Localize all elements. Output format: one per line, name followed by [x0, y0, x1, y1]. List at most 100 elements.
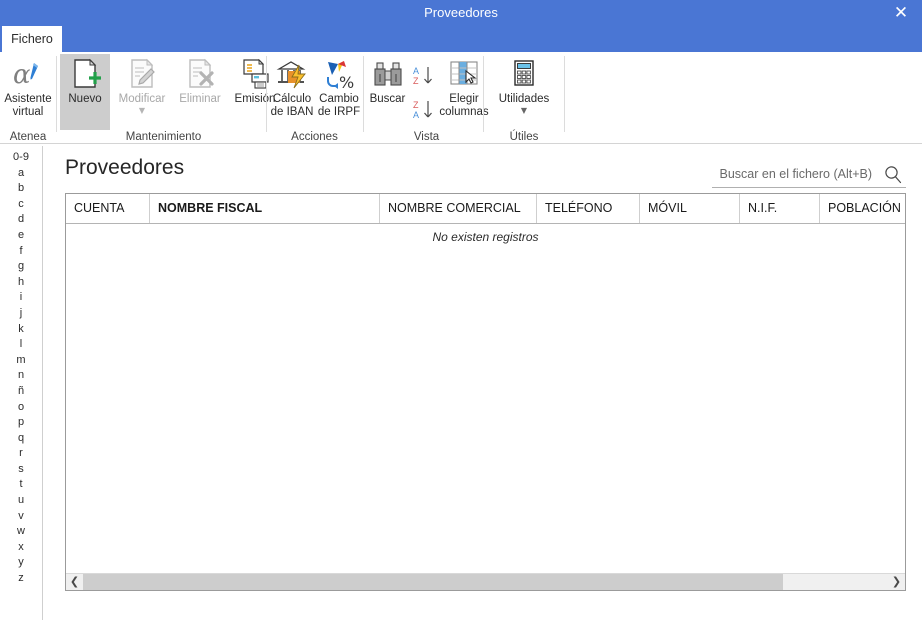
alpha-index-item-f[interactable]: f — [0, 244, 42, 260]
alpha-index-item-i[interactable]: i — [0, 290, 42, 306]
ribbon: α Asistente virtual Atenea Nuevo Modific… — [0, 52, 922, 144]
alpha-index-item-g[interactable]: g — [0, 259, 42, 275]
grid-column-header[interactable]: TELÉFONO — [537, 194, 640, 223]
alpha-index-item-h[interactable]: h — [0, 275, 42, 291]
alpha-index-item-u[interactable]: u — [0, 493, 42, 509]
document-pencil-icon — [125, 57, 159, 91]
window-titlebar: Proveedores ✕ — [0, 0, 922, 26]
ribbon-group-atenea: α Asistente virtual Atenea — [0, 52, 56, 144]
ribbon-button-modificar[interactable]: Modificar ▼ — [113, 54, 171, 115]
grid-column-header[interactable]: NOMBRE COMERCIAL — [380, 194, 537, 223]
svg-text:α: α — [13, 60, 31, 89]
ribbon-group-label-atenea: Atenea — [9, 131, 47, 143]
ribbon-tabstrip: Fichero — [0, 26, 922, 52]
ribbon-button-label: Utilidades — [498, 93, 550, 105]
alpha-index-item-c[interactable]: c — [0, 197, 42, 213]
grid-column-header[interactable]: NOMBRE FISCAL — [150, 194, 380, 223]
horizontal-scrollbar[interactable]: ❮ ❯ — [66, 573, 905, 590]
search-input[interactable] — [712, 162, 876, 186]
ribbon-button-label: Modificar — [118, 93, 166, 105]
grid-column-header[interactable]: POBLACIÓN — [820, 194, 906, 223]
ribbon-button-calculo-de-iban[interactable]: Cálculo de IBAN — [268, 54, 316, 119]
alpha-index-item-w[interactable]: w — [0, 524, 42, 540]
ribbon-button-buscar[interactable]: Buscar — [364, 54, 411, 106]
data-grid: CUENTA NOMBRE FISCAL NOMBRE COMERCIAL TELÉF… — [65, 193, 906, 591]
agencia-tributaria-percent-icon: % — [322, 57, 356, 91]
search-icon[interactable] — [882, 164, 904, 186]
ribbon-button-cambio-de-irpf[interactable]: % Cambio de IRPF — [315, 54, 363, 119]
grid-column-header[interactable]: MÓVIL — [640, 194, 740, 223]
chevron-down-icon[interactable]: ▼ — [139, 107, 145, 115]
ribbon-button-utilidades[interactable]: Utilidades ▼ — [486, 54, 562, 115]
document-x-icon — [183, 57, 217, 91]
svg-text:A: A — [413, 66, 419, 76]
bank-bolt-icon — [275, 57, 309, 91]
alpha-index-item-k[interactable]: k — [0, 322, 42, 338]
alpha-index-item-r[interactable]: r — [0, 446, 42, 462]
ribbon-button-label: Eliminar — [179, 93, 221, 105]
alpha-index-item-0-9[interactable]: 0-9 — [0, 150, 42, 166]
choose-columns-icon — [447, 57, 481, 91]
svg-text:A: A — [413, 110, 419, 120]
scrollbar-thumb[interactable] — [83, 574, 783, 590]
svg-text:Z: Z — [413, 76, 419, 86]
binoculars-icon — [371, 57, 405, 91]
alpha-index-item-a[interactable]: a — [0, 166, 42, 182]
alpha-index-item-q[interactable]: q — [0, 431, 42, 447]
alpha-pen-icon: α — [12, 57, 44, 91]
grid-column-header[interactable]: N.I.F. — [740, 194, 820, 223]
alpha-index-item-j[interactable]: j — [0, 306, 42, 322]
grid-body: No existen registros — [66, 224, 905, 573]
ribbon-button-label: Elegir columnas — [439, 93, 489, 118]
ribbon-button-eliminar[interactable]: Eliminar — [174, 54, 226, 106]
tab-fichero[interactable]: Fichero — [2, 26, 62, 52]
ribbon-button-nuevo[interactable]: Nuevo — [60, 54, 110, 130]
svg-text:Z: Z — [413, 100, 419, 110]
ribbon-group-label-acciones: Acciones — [291, 131, 338, 143]
page-title: Proveedores — [65, 156, 185, 179]
main-content: Proveedores CUENTANOMBRE FISCALNOMBRE CO… — [44, 146, 922, 620]
ribbon-button-ordenar-asc[interactable]: A Z — [412, 56, 436, 93]
new-document-plus-icon — [68, 57, 102, 91]
ribbon-button-label: Cambio de IRPF — [317, 93, 361, 118]
ribbon-group-label-utiles: Útiles — [509, 131, 539, 143]
ribbon-group-label-mantenimiento: Mantenimiento — [125, 131, 202, 143]
alpha-index-item-p[interactable]: p — [0, 415, 42, 431]
alpha-index-item-b[interactable]: b — [0, 181, 42, 197]
svg-text:%: % — [339, 73, 354, 90]
alpha-index-item-t[interactable]: t — [0, 477, 42, 493]
chevron-down-icon[interactable]: ▼ — [521, 107, 527, 115]
ribbon-button-ordenar-desc[interactable]: Z A — [412, 90, 436, 127]
close-icon[interactable]: ✕ — [886, 0, 916, 26]
alpha-index-item-m[interactable]: m — [0, 353, 42, 369]
alpha-index-item-ñ[interactable]: ñ — [0, 384, 42, 400]
alpha-index-item-s[interactable]: s — [0, 462, 42, 478]
scroll-right-icon[interactable]: ❯ — [888, 574, 905, 590]
alpha-index-item-z[interactable]: z — [0, 571, 42, 587]
ribbon-group-mantenimiento: Nuevo Modificar ▼ Eliminar Emisión Mante… — [57, 52, 275, 144]
empty-state-message: No existen registros — [432, 230, 539, 244]
alpha-index-item-y[interactable]: y — [0, 555, 42, 571]
alpha-index-sidebar: 0-9 a b c d e f g h i j k l m n ñ o p q r s t u v w x y z — [0, 146, 43, 620]
sort-az-ascending-icon: A Z — [412, 59, 436, 93]
calculator-icon — [509, 57, 539, 91]
ribbon-button-label: Buscar — [369, 93, 406, 105]
ribbon-group-acciones: Cálculo de IBAN % Cambio de IRPF Acciones — [267, 52, 362, 144]
ribbon-group-vista: Buscar A Z Z A Elegir columnas Vista — [364, 52, 489, 144]
alpha-index-item-x[interactable]: x — [0, 540, 42, 556]
ribbon-group-label-vista: Vista — [413, 131, 440, 143]
alpha-index-item-v[interactable]: v — [0, 509, 42, 525]
ribbon-button-asistente-virtual[interactable]: α Asistente virtual — [2, 54, 54, 119]
grid-header-row: CUENTA NOMBRE FISCAL NOMBRE COMERCIAL TELÉF… — [66, 194, 905, 224]
scroll-left-icon[interactable]: ❮ — [66, 574, 83, 590]
alpha-index-item-e[interactable]: e — [0, 228, 42, 244]
alpha-index-item-o[interactable]: o — [0, 400, 42, 416]
window-title: Proveedores — [424, 5, 498, 20]
grid-column-header[interactable]: CUENTA — [66, 194, 150, 223]
ribbon-separator — [564, 56, 565, 132]
alpha-index-item-n[interactable]: n — [0, 368, 42, 384]
alpha-index-item-l[interactable]: l — [0, 337, 42, 353]
ribbon-group-utiles: Utilidades ▼ Útiles — [484, 52, 564, 144]
alpha-index-item-d[interactable]: d — [0, 212, 42, 228]
ribbon-button-label: Asistente virtual — [4, 93, 52, 118]
